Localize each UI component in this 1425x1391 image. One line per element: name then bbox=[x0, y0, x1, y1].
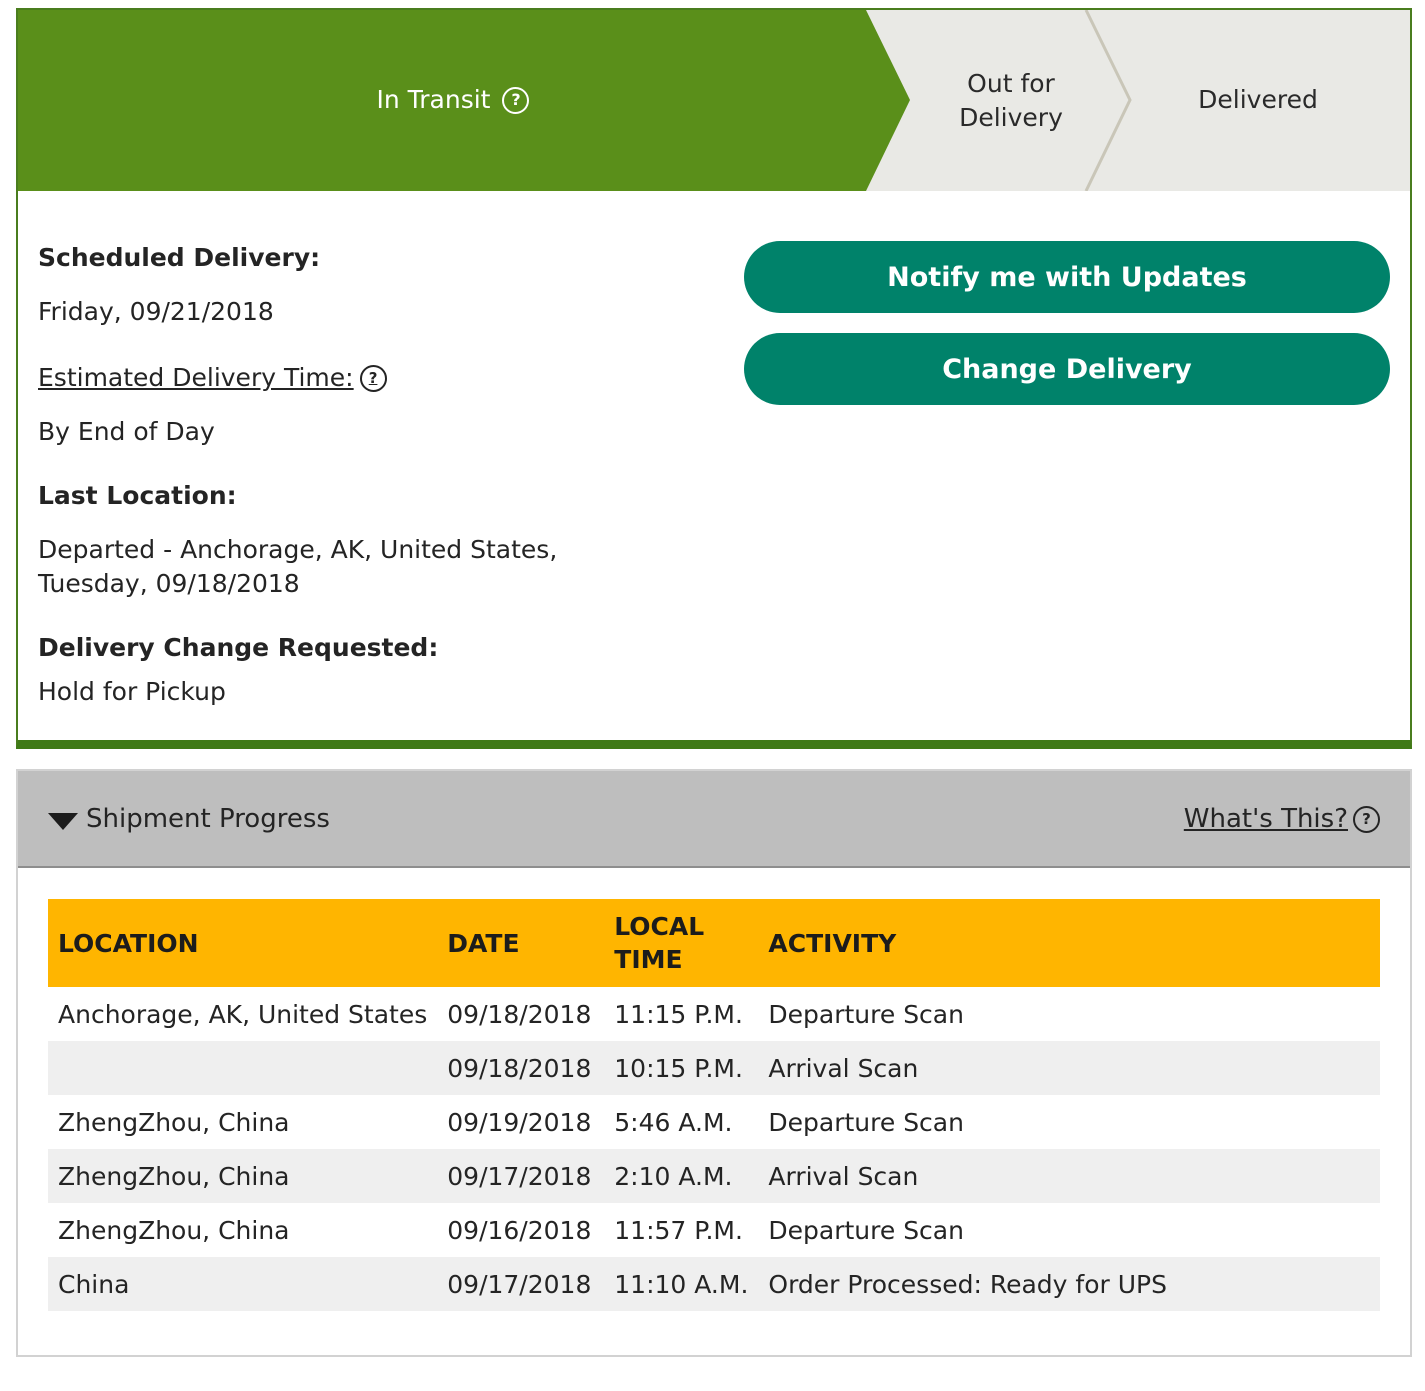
column-header-location: LOCATION bbox=[48, 899, 438, 987]
scheduled-delivery-value: Friday, 09/21/2018 bbox=[38, 297, 274, 326]
shipment-progress-section: Shipment Progress What's This? ? LOCATIO… bbox=[16, 769, 1412, 1357]
cell-location: China bbox=[48, 1257, 438, 1311]
delivery-progress-bar: In Transit ? Out for Delivery Delivered bbox=[18, 10, 1410, 191]
delivery-status-card: In Transit ? Out for Delivery Delivered … bbox=[16, 8, 1412, 749]
cell-location: ZhengZhou, China bbox=[58, 1107, 290, 1137]
cell-activity: Order Processed: Ready for UPS bbox=[758, 1257, 1380, 1311]
step-out-for-delivery: Out for Delivery bbox=[959, 69, 1063, 132]
cell-location: ZhengZhou, China bbox=[58, 1215, 290, 1245]
cell-location: ZhengZhou, China bbox=[48, 1149, 438, 1203]
shipment-progress-title[interactable]: Shipment Progress bbox=[86, 802, 330, 836]
caret-down-icon[interactable] bbox=[48, 813, 78, 830]
scheduled-delivery-label: Scheduled Delivery: bbox=[38, 243, 321, 272]
table-header-row: LOCATION DATE LOCAL TIME ACTIVITY bbox=[48, 899, 1380, 987]
last-location-label: Last Location: bbox=[38, 481, 237, 510]
cell-date: 09/17/2018 bbox=[437, 1149, 605, 1203]
table-row: ZhengZhou, China 09/17/2018 2:10 A.M. Ar… bbox=[48, 1149, 1380, 1203]
cell-time: 11:15 P.M. bbox=[614, 999, 743, 1029]
column-header-local-time: LOCAL TIME bbox=[604, 899, 759, 987]
question-circle-icon[interactable]: ? bbox=[502, 86, 530, 114]
table-row: Anchorage, AK, United States 09/18/2018 … bbox=[48, 987, 1380, 1041]
cell-time: 5:46 A.M. bbox=[614, 1107, 733, 1137]
cell-activity: Departure Scan bbox=[768, 1107, 964, 1137]
last-location-line-1: Departed - Anchorage, AK, United States, bbox=[38, 535, 558, 564]
cell-location bbox=[48, 1041, 438, 1095]
cell-date: 09/16/2018 bbox=[447, 1215, 592, 1245]
cell-activity: Arrival Scan bbox=[758, 1149, 1380, 1203]
shipment-activity-table: LOCATION DATE LOCAL TIME ACTIVITY Anchor… bbox=[48, 899, 1380, 1311]
cell-date: 09/18/2018 bbox=[447, 999, 592, 1029]
last-location-line-2: Tuesday, 09/18/2018 bbox=[38, 569, 300, 598]
question-circle-icon[interactable]: ? bbox=[1353, 805, 1380, 833]
cell-activity: Departure Scan bbox=[768, 1215, 964, 1245]
cell-date: 09/19/2018 bbox=[447, 1107, 592, 1137]
cell-date: 09/18/2018 bbox=[437, 1041, 605, 1095]
cell-activity: Arrival Scan bbox=[758, 1041, 1380, 1095]
table-row: 09/18/2018 10:15 P.M. Arrival Scan bbox=[48, 1041, 1380, 1095]
cell-time: 11:57 P.M. bbox=[614, 1215, 743, 1245]
step-in-transit-label: In Transit bbox=[376, 85, 491, 114]
notify-updates-button[interactable]: Notify me with Updates bbox=[744, 241, 1390, 313]
delivery-change-value: Hold for Pickup bbox=[38, 677, 226, 706]
cell-location: Anchorage, AK, United States bbox=[58, 999, 428, 1029]
table-row: ZhengZhou, China 09/16/2018 11:57 P.M. D… bbox=[48, 1203, 1380, 1257]
cell-time: 11:10 A.M. bbox=[604, 1257, 759, 1311]
cell-date: 09/17/2018 bbox=[437, 1257, 605, 1311]
estimated-delivery-time-link[interactable]: Estimated Delivery Time: ? bbox=[38, 361, 387, 395]
change-delivery-button[interactable]: Change Delivery bbox=[744, 333, 1390, 405]
estimated-delivery-time-value: By End of Day bbox=[38, 417, 215, 446]
whats-this-label[interactable]: What's This? bbox=[1184, 802, 1348, 836]
column-header-activity: ACTIVITY bbox=[758, 899, 1380, 987]
estimated-delivery-time-label[interactable]: Estimated Delivery Time: bbox=[38, 361, 354, 395]
cell-activity: Departure Scan bbox=[768, 999, 964, 1029]
delivery-change-label: Delivery Change Requested: bbox=[38, 633, 439, 662]
question-circle-icon[interactable]: ? bbox=[359, 364, 387, 392]
cell-time: 10:15 P.M. bbox=[604, 1041, 759, 1095]
table-row: ZhengZhou, China 09/19/2018 5:46 A.M. De… bbox=[48, 1095, 1380, 1149]
step-in-transit: In Transit ? bbox=[18, 83, 888, 117]
shipment-progress-header[interactable]: Shipment Progress What's This? ? bbox=[18, 771, 1410, 868]
column-header-date: DATE bbox=[437, 899, 605, 987]
table-row: China 09/17/2018 11:10 A.M. Order Proces… bbox=[48, 1257, 1380, 1311]
cell-time: 2:10 A.M. bbox=[604, 1149, 759, 1203]
step-delivered: Delivered bbox=[1198, 85, 1318, 114]
column-header-local-time-label: LOCAL TIME bbox=[614, 912, 705, 974]
whats-this-link[interactable]: What's This? ? bbox=[1184, 802, 1380, 836]
